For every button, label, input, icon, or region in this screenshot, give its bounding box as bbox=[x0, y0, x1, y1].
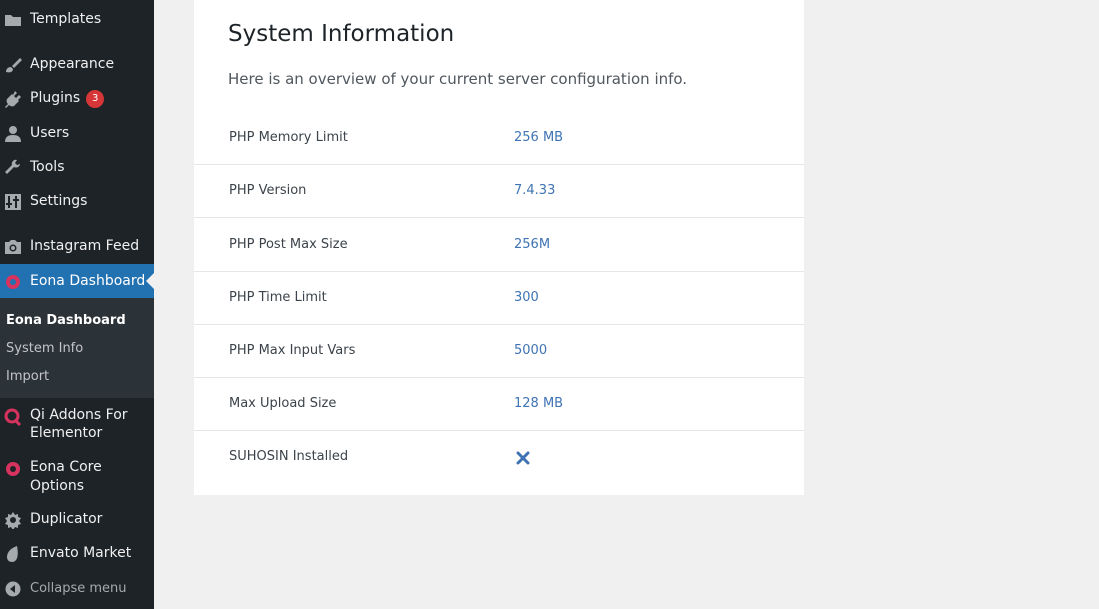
sidebar-item-label: Qi Addons For bbox=[30, 407, 128, 423]
user-icon bbox=[3, 124, 23, 144]
row-label: PHP Memory Limit bbox=[229, 130, 348, 145]
sidebar-item-templates[interactable]: Templates bbox=[0, 10, 154, 30]
eona-core-icon bbox=[3, 459, 23, 479]
table-row: SUHOSIN Installed bbox=[194, 431, 804, 484]
sidebar-item-label: Appearance bbox=[30, 56, 115, 72]
page-title: System Information bbox=[228, 21, 455, 47]
duplicator-icon bbox=[3, 510, 23, 530]
sidebar-item-label-line2: Elementor bbox=[30, 425, 103, 441]
sidebar-item-label-line2: Options bbox=[30, 478, 85, 494]
sidebar-item-label: Tools bbox=[30, 159, 65, 175]
folder-icon bbox=[3, 10, 23, 30]
row-value: 256M bbox=[514, 237, 551, 252]
sidebar-item-label: Eona Dashboard bbox=[30, 273, 146, 289]
sidebar-item-users[interactable]: Users bbox=[0, 124, 154, 144]
sidebar-item-label: Envato Market bbox=[30, 545, 132, 561]
eona-icon bbox=[3, 272, 23, 292]
sidebar-item-label: Eona Core bbox=[30, 459, 102, 475]
submenu-item-system-info[interactable]: System Info bbox=[6, 340, 83, 357]
sidebar-item-envato-market[interactable]: Envato Market bbox=[0, 544, 154, 564]
sidebar-item-label: Settings bbox=[30, 193, 88, 209]
sidebar-item-qi-addons[interactable]: Qi Addons For Elementor bbox=[0, 405, 154, 445]
eona-dashboard-submenu: Eona Dashboard System Info Import bbox=[0, 298, 154, 398]
sidebar-item-label: Duplicator bbox=[30, 511, 103, 527]
qi-icon bbox=[3, 407, 23, 427]
camera-icon bbox=[3, 237, 23, 257]
row-label: PHP Post Max Size bbox=[229, 237, 348, 252]
table-row: PHP Version 7.4.33 bbox=[194, 165, 804, 218]
wrench-icon bbox=[3, 158, 23, 178]
sidebar-item-tools[interactable]: Tools bbox=[0, 158, 154, 178]
sidebar-item-duplicator[interactable]: Duplicator bbox=[0, 510, 154, 530]
row-label: PHP Max Input Vars bbox=[229, 343, 356, 358]
row-value: 5000 bbox=[514, 343, 548, 358]
row-value: 256 MB bbox=[514, 130, 564, 145]
system-info-card: System Information Here is an overview o… bbox=[194, 0, 804, 495]
row-label: PHP Version bbox=[229, 183, 307, 198]
sidebar-item-label: Collapse menu bbox=[30, 581, 127, 596]
paintbrush-icon bbox=[3, 55, 23, 75]
sidebar-item-settings[interactable]: Settings bbox=[0, 192, 154, 212]
sidebar-item-label: Plugins bbox=[30, 90, 81, 106]
settings-icon bbox=[3, 192, 23, 212]
admin-sidebar: Templates Appearance Plugins 3 Users Tool… bbox=[0, 0, 154, 609]
submenu-item-eona-dashboard[interactable]: Eona Dashboard bbox=[6, 312, 126, 329]
row-label: PHP Time Limit bbox=[229, 290, 327, 305]
submenu-item-import[interactable]: Import bbox=[6, 368, 49, 385]
row-value: 7.4.33 bbox=[514, 183, 556, 198]
table-row: PHP Max Input Vars 5000 bbox=[194, 325, 804, 378]
sidebar-item-appearance[interactable]: Appearance bbox=[0, 55, 154, 75]
table-row: Max Upload Size 128 MB bbox=[194, 378, 804, 431]
collapse-menu-button[interactable]: Collapse menu bbox=[0, 579, 154, 599]
page-description: Here is an overview of your current serv… bbox=[228, 70, 688, 88]
table-row: PHP Time Limit 300 bbox=[194, 272, 804, 325]
sidebar-item-eona-core-options[interactable]: Eona Core Options bbox=[0, 457, 154, 497]
sidebar-item-label: Templates bbox=[30, 11, 102, 27]
cross-icon bbox=[516, 450, 530, 465]
plug-icon bbox=[3, 89, 23, 109]
leaf-icon bbox=[3, 544, 23, 564]
row-label: Max Upload Size bbox=[229, 396, 337, 411]
sidebar-item-eona-dashboard[interactable]: Eona Dashboard bbox=[0, 264, 154, 298]
row-value: 128 MB bbox=[514, 396, 564, 411]
row-value: 300 bbox=[514, 290, 539, 305]
update-count-badge: 3 bbox=[86, 90, 105, 108]
collapse-icon bbox=[3, 579, 23, 599]
table-row: PHP Post Max Size 256M bbox=[194, 219, 804, 272]
sidebar-item-label: Users bbox=[30, 125, 70, 141]
row-label: SUHOSIN Installed bbox=[229, 449, 349, 464]
sidebar-item-plugins[interactable]: Plugins 3 bbox=[0, 89, 154, 109]
sidebar-item-label: Instagram Feed bbox=[30, 238, 140, 254]
table-row: PHP Memory Limit 256 MB bbox=[194, 112, 804, 165]
sidebar-item-instagram-feed[interactable]: Instagram Feed bbox=[0, 237, 154, 257]
